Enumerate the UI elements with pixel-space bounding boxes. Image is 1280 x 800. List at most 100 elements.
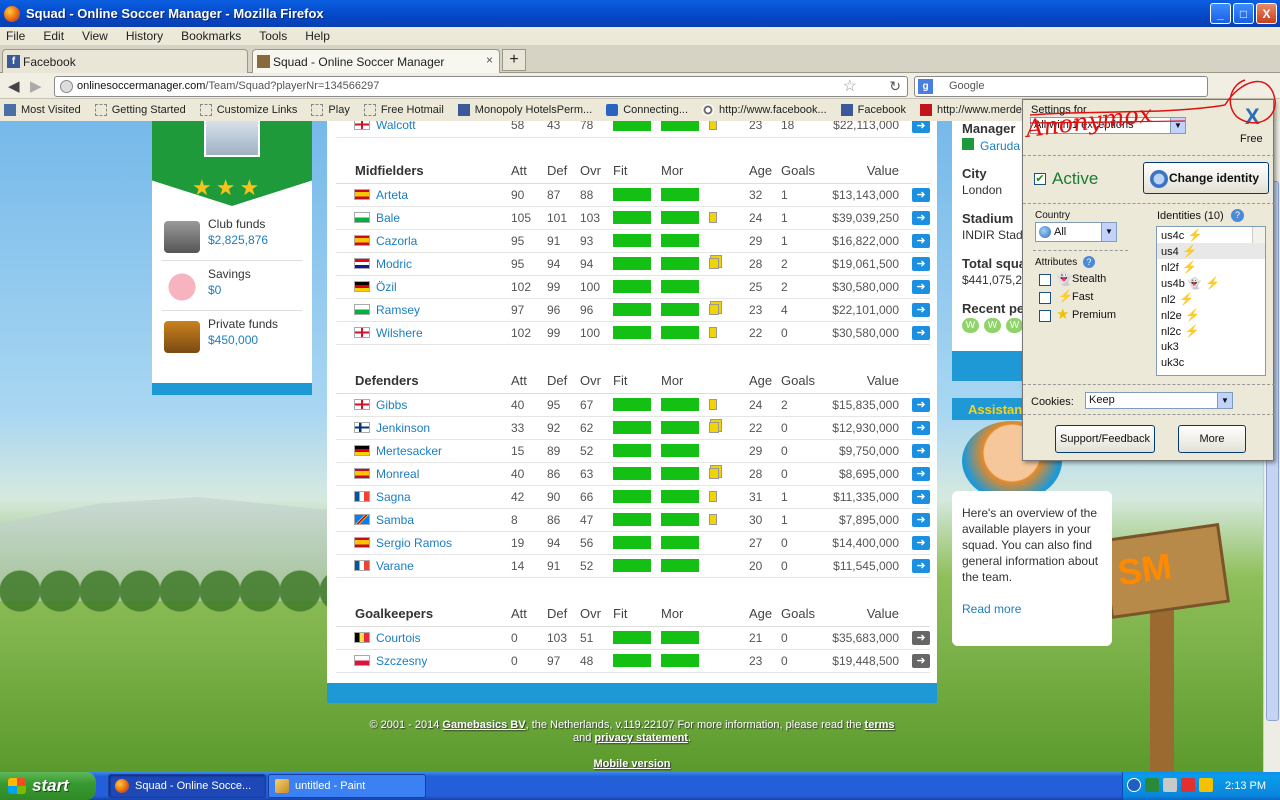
identities-list[interactable]: us4c ⚡ us4 ⚡ nl2f ⚡ us4b 👻 ⚡ nl2 ⚡ nl2e ⚡ nl2c… [1156, 226, 1266, 376]
bookmark-free-hotmail[interactable]: Free Hotmail [363, 104, 444, 116]
player-name-link[interactable]: Arteta [376, 188, 408, 202]
identity-item[interactable]: uk3 [1157, 339, 1265, 355]
arrow-right-icon[interactable]: ➜ [912, 398, 930, 412]
bookmark-play[interactable]: Play [311, 104, 350, 116]
arrow-right-icon[interactable]: ➜ [912, 188, 930, 202]
table-row[interactable]: Modric 95 94 94 28 2 $19,061,500 ➜ [336, 252, 930, 276]
arrow-right-icon[interactable]: ➜ [912, 536, 930, 550]
active-checkbox[interactable]: ✔ [1034, 173, 1046, 185]
arrow-right-icon[interactable]: ➜ [912, 490, 930, 504]
back-arrow-icon[interactable]: ◀ [8, 77, 20, 95]
player-name-link[interactable]: Bale [376, 211, 400, 225]
table-row[interactable]: Monreal 40 86 63 28 0 $8,695,000 ➜ [336, 462, 930, 486]
mobile-version-link[interactable]: Mobile version [593, 758, 670, 770]
network-icon[interactable] [1145, 778, 1159, 792]
identity-item[interactable]: us4c ⚡ [1157, 227, 1265, 243]
player-name-link[interactable]: Szczesny [376, 654, 427, 668]
bookmark-most-visited[interactable]: Most Visited [4, 104, 81, 116]
task-paint[interactable]: untitled - Paint [268, 774, 426, 798]
table-row[interactable]: Szczesny 0 97 48 23 0 $19,448,500 ➜ [336, 649, 930, 673]
volume-icon[interactable] [1163, 778, 1177, 792]
arrow-right-icon[interactable]: ➜ [912, 121, 930, 133]
bookmark-monopoly[interactable]: Monopoly HotelsPerm... [457, 104, 592, 116]
player-name-link[interactable]: Monreal [376, 467, 419, 481]
menu-view[interactable]: View [82, 29, 108, 43]
arrow-right-icon[interactable]: ➜ [912, 211, 930, 225]
more-button[interactable]: More [1178, 425, 1246, 453]
identity-item[interactable]: nl2 ⚡ [1157, 291, 1265, 307]
table-row[interactable]: Arteta 90 87 88 32 1 $13,143,000 ➜ [336, 183, 930, 207]
table-row[interactable]: Cazorla 95 91 93 29 1 $16,822,000 ➜ [336, 229, 930, 253]
tab-squad[interactable]: Squad - Online Soccer Manager × [252, 49, 500, 73]
tray-app-icon[interactable] [1199, 778, 1213, 792]
menu-help[interactable]: Help [305, 29, 330, 43]
privacy-link[interactable]: privacy statement [594, 732, 688, 744]
menu-tools[interactable]: Tools [259, 29, 287, 43]
bookmark-facebook[interactable]: Facebook [840, 104, 906, 116]
bookmark-star-icon[interactable]: ☆ [843, 77, 857, 96]
menu-bookmarks[interactable]: Bookmarks [181, 29, 241, 43]
arrow-right-icon[interactable]: ➜ [912, 303, 930, 317]
arrow-right-icon[interactable]: ➜ [912, 513, 930, 527]
table-row[interactable]: Jenkinson 33 92 62 22 0 $12,930,000 ➜ [336, 416, 930, 440]
table-row[interactable]: Sagna 42 90 66 31 1 $11,335,000 ➜ [336, 485, 930, 509]
security-icon[interactable] [1181, 778, 1195, 792]
tab-close-icon[interactable]: × [486, 53, 493, 67]
table-row[interactable]: Bale 105 101 103 24 1 $39,039,250 ➜ [336, 206, 930, 230]
arrow-right-icon[interactable]: ➜ [912, 257, 930, 271]
identity-item[interactable]: us4 ⚡ [1157, 243, 1265, 259]
player-name-link[interactable]: Courtois [376, 631, 421, 645]
player-name-link[interactable]: Mertesacker [376, 444, 442, 458]
tab-facebook[interactable]: f Facebook [2, 49, 248, 73]
identities-scrollbar[interactable] [1252, 227, 1265, 243]
table-row[interactable]: Walcott 58 43 78 23 18 $22,113,000 ➜ [336, 121, 930, 138]
table-row[interactable]: Sergio Ramos 19 94 56 27 0 $14,400,000 ➜ [336, 531, 930, 555]
identity-item[interactable]: nl2f ⚡ [1157, 259, 1265, 275]
start-button[interactable]: start [0, 772, 96, 800]
player-name-link[interactable]: Wilshere [376, 326, 423, 340]
bookmark-getting-started[interactable]: Getting Started [94, 104, 186, 116]
settings-for-select[interactable]: All with 1 exceptions ▼ [1030, 117, 1186, 134]
identity-item[interactable]: uk3c [1157, 355, 1265, 371]
maximize-button[interactable]: □ [1233, 3, 1254, 24]
country-select[interactable]: All ▼ [1035, 222, 1117, 242]
arrow-right-icon[interactable]: ➜ [912, 326, 930, 340]
bookmark-facebook-link[interactable]: http://www.facebook... [702, 104, 827, 116]
player-name-link[interactable]: Cazorla [376, 234, 417, 248]
new-tab-button[interactable]: + [502, 49, 526, 71]
help-icon[interactable]: ? [1083, 256, 1095, 268]
stealth-checkbox[interactable]: ✔ [1039, 274, 1051, 286]
player-name-link[interactable]: Sergio Ramos [376, 536, 452, 550]
premium-checkbox[interactable]: ✔ [1039, 310, 1051, 322]
reload-icon[interactable]: ↻ [889, 77, 901, 96]
url-bar[interactable]: onlinesoccermanager.com/Team/Squad?playe… [54, 76, 908, 97]
bookmark-connecting[interactable]: Connecting... [606, 104, 688, 116]
arrow-right-icon[interactable]: ➜ [912, 631, 930, 645]
player-name-link[interactable]: Sagna [376, 490, 411, 504]
identity-item[interactable]: nl2e ⚡ [1157, 307, 1265, 323]
table-row[interactable]: Gibbs 40 95 67 24 2 $15,835,000 ➜ [336, 393, 930, 417]
player-name-link[interactable]: Ramsey [376, 303, 420, 317]
forward-arrow-icon[interactable]: ▶ [30, 77, 42, 95]
player-name-link[interactable]: Samba [376, 513, 414, 527]
table-row[interactable]: Samba 8 86 47 30 1 $7,895,000 ➜ [336, 508, 930, 532]
table-row[interactable]: Wilshere 102 99 100 22 0 $30,580,000 ➜ [336, 321, 930, 345]
identity-item[interactable]: us4b 👻 ⚡ [1157, 275, 1265, 291]
search-input[interactable]: g Google [914, 76, 1208, 97]
arrow-right-icon[interactable]: ➜ [912, 444, 930, 458]
menu-file[interactable]: File [6, 29, 25, 43]
arrow-right-icon[interactable]: ➜ [912, 467, 930, 481]
player-name-link[interactable]: Gibbs [376, 398, 407, 412]
fast-checkbox[interactable]: ✔ [1039, 292, 1051, 304]
player-name-link[interactable]: Varane [376, 559, 414, 573]
private-funds-value[interactable]: $450,000 [208, 333, 258, 347]
support-feedback-button[interactable]: Support/Feedback [1055, 425, 1155, 453]
bookmark-customize-links[interactable]: Customize Links [199, 104, 297, 116]
player-name-link[interactable]: Modric [376, 257, 412, 271]
terms-link[interactable]: terms [865, 719, 895, 731]
table-row[interactable]: Ramsey 97 96 96 23 4 $22,101,000 ➜ [336, 298, 930, 322]
table-row[interactable]: Varane 14 91 52 20 0 $11,545,000 ➜ [336, 554, 930, 578]
arrow-right-icon[interactable]: ➜ [912, 234, 930, 248]
player-name-link[interactable]: Özil [376, 280, 397, 294]
read-more-link[interactable]: Read more [962, 601, 1102, 617]
